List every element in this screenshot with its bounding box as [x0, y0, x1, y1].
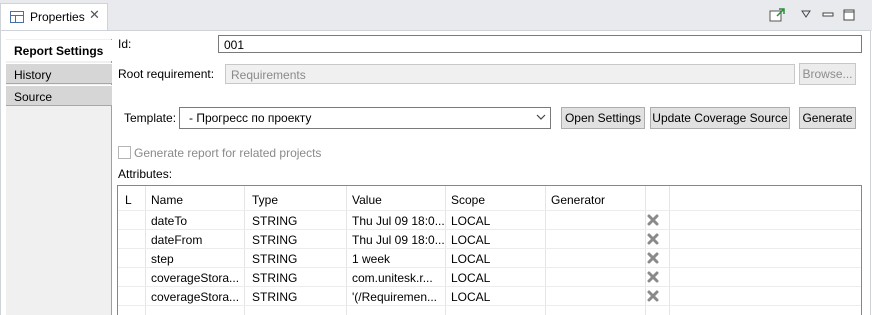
- cell-name: dateTo: [151, 214, 188, 228]
- view-tab-bar: Properties ✕: [0, 0, 872, 31]
- cell-value: Thu Jul 09 18:0...: [352, 233, 445, 247]
- root-requirement-field: Requirements: [225, 64, 795, 84]
- delete-x-icon[interactable]: [646, 270, 660, 284]
- pin-editor-icon[interactable]: [769, 8, 785, 22]
- minimize-icon[interactable]: [822, 10, 834, 18]
- delete-x-icon[interactable]: [646, 289, 660, 303]
- cell-scope: LOCAL: [451, 214, 491, 228]
- template-label: Template:: [124, 111, 177, 125]
- chevron-down-icon: [536, 114, 546, 120]
- cell-type: STRING: [252, 252, 298, 266]
- cell-scope: LOCAL: [451, 233, 491, 247]
- id-label: Id:: [118, 37, 132, 51]
- view-menu-icon[interactable]: [801, 10, 811, 18]
- attributes-table: L Name Type Value Scope Generator dateTo…: [117, 185, 862, 315]
- id-field[interactable]: 001: [218, 35, 862, 53]
- properties-tab-label: Properties: [30, 10, 85, 24]
- column-header-scope[interactable]: Scope: [451, 193, 485, 207]
- maximize-icon[interactable]: [843, 9, 855, 21]
- cell-value: 1 week: [352, 252, 391, 266]
- sidebar-item-report-settings[interactable]: Report Settings: [6, 40, 112, 61]
- open-settings-button[interactable]: Open Settings: [561, 107, 645, 129]
- related-projects-label: Generate report for related projects: [134, 146, 322, 160]
- related-projects-checkbox: [118, 146, 131, 159]
- sidebar-item-label: Report Settings: [14, 44, 104, 58]
- template-select[interactable]: - Прогресс по проекту: [179, 107, 551, 129]
- generate-button[interactable]: Generate: [799, 107, 856, 129]
- cell-value: Thu Jul 09 18:0...: [352, 214, 445, 228]
- close-icon[interactable]: ✕: [89, 7, 100, 23]
- sidebar-item-history[interactable]: History: [6, 63, 112, 84]
- root-requirement-label: Root requirement:: [118, 67, 215, 81]
- id-value: 001: [224, 38, 245, 52]
- cell-name: coverageStora...: [151, 290, 240, 304]
- root-requirement-value: Requirements: [231, 68, 306, 82]
- column-header-type[interactable]: Type: [252, 193, 278, 207]
- cell-name: step: [151, 252, 174, 266]
- delete-x-icon[interactable]: [646, 251, 660, 265]
- sidebar-item-source[interactable]: Source: [6, 85, 112, 106]
- cell-scope: LOCAL: [451, 271, 491, 285]
- cell-scope: LOCAL: [451, 252, 491, 266]
- browse-button: Browse...: [799, 63, 856, 85]
- cell-value: '(/Requiremen...: [352, 290, 437, 304]
- cell-name: dateFrom: [151, 233, 203, 247]
- properties-tab[interactable]: Properties ✕: [0, 3, 108, 31]
- cell-scope: LOCAL: [451, 290, 491, 304]
- column-header-l[interactable]: L: [125, 193, 132, 207]
- column-header-generator[interactable]: Generator: [551, 193, 605, 207]
- delete-x-icon[interactable]: [646, 232, 660, 246]
- column-header-name[interactable]: Name: [151, 193, 183, 207]
- cell-type: STRING: [252, 271, 298, 285]
- column-header-value[interactable]: Value: [352, 193, 382, 207]
- cell-name: coverageStora...: [151, 271, 240, 285]
- cell-type: STRING: [252, 214, 298, 228]
- sidebar-item-label: Source: [14, 90, 53, 104]
- update-coverage-source-button[interactable]: Update Coverage Source: [650, 107, 790, 129]
- attributes-label: Attributes:: [118, 167, 173, 181]
- delete-x-icon[interactable]: [646, 213, 660, 227]
- template-value: - Прогресс по проекту: [189, 111, 312, 125]
- cell-type: STRING: [252, 290, 298, 304]
- properties-view-icon: [10, 11, 24, 23]
- sidebar-item-label: History: [14, 68, 52, 82]
- cell-value: com.unitesk.r...: [352, 271, 433, 285]
- cell-type: STRING: [252, 233, 298, 247]
